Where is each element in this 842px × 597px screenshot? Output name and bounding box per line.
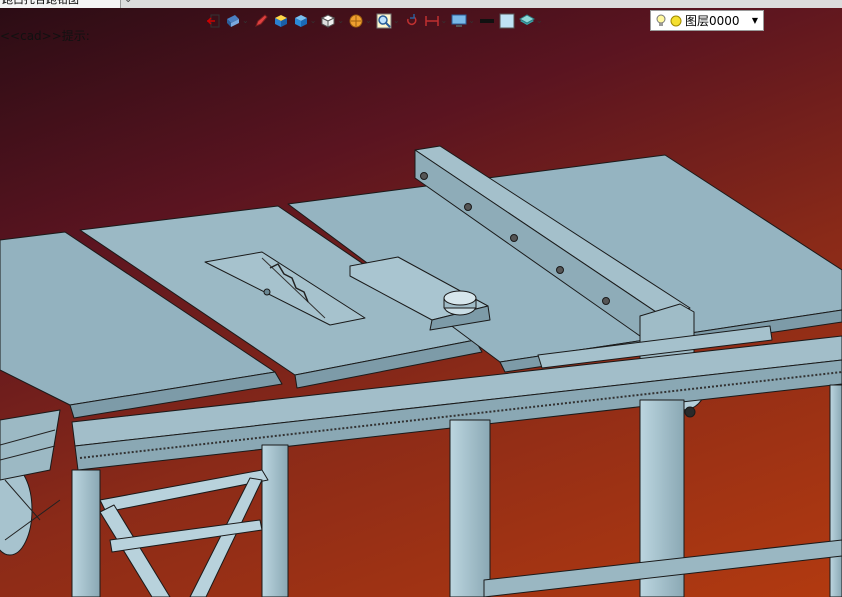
solid-mode-button[interactable]: ⌄ — [293, 11, 317, 31]
view-orientation-button[interactable]: ⌄ — [225, 11, 249, 31]
zoom-magnifier-icon — [376, 13, 392, 29]
document-tab[interactable]: 跑白托合跑钳图 — [0, 0, 121, 8]
lightbulb-icon[interactable] — [655, 14, 667, 28]
chevron-down-icon: ⌄ — [440, 16, 448, 25]
table-saw-model — [0, 145, 842, 597]
leg-1 — [71, 469, 101, 597]
leg-2 — [261, 444, 289, 597]
chevron-down-icon: ⌄ — [365, 16, 372, 25]
display-settings-button[interactable]: ⌄ — [451, 11, 475, 31]
view-toolbar: ⌄ ⌄ ⌄ ⌄ ⌄ ⌄ ⌄ ⌄ — [205, 10, 547, 32]
wireframe-button[interactable]: ⌄ — [320, 11, 344, 31]
chevron-down-icon: ⌄ — [392, 16, 400, 25]
layers-button[interactable]: ⌄ — [518, 11, 543, 31]
zoom-button[interactable]: ⌄ — [376, 11, 400, 31]
solid-box-blue-icon — [294, 15, 307, 27]
shaded-solid-button[interactable] — [273, 11, 289, 31]
chevron-down-icon: ⌄ — [309, 16, 317, 25]
document-tab-strip: 跑白托合跑钳图 ⌄ — [0, 0, 842, 8]
display-monitor-icon — [451, 14, 467, 27]
layers-stack-icon — [518, 14, 535, 25]
command-hint: <<cad>>提示: — [0, 29, 90, 43]
render-button[interactable]: ⌄ — [348, 11, 372, 31]
dimension-button[interactable]: ⌄ — [424, 11, 448, 31]
exit-button[interactable] — [205, 11, 221, 31]
fill-color-icon — [499, 13, 515, 29]
leg-3 — [449, 419, 491, 597]
line-style-button[interactable] — [479, 11, 495, 31]
white-cube-icon — [321, 14, 336, 28]
chevron-down-icon: ⌄ — [242, 16, 249, 25]
rotate-view-icon — [406, 14, 416, 26]
view-orientation-icon — [227, 15, 239, 27]
3d-viewport[interactable] — [0, 0, 842, 597]
dimension-icon — [424, 16, 439, 26]
sketch-button[interactable] — [253, 11, 269, 31]
layer-name: 图层0000 — [685, 14, 740, 28]
layer-selector[interactable]: 图层0000 ▼ — [650, 10, 764, 31]
rotate-view-button[interactable] — [404, 11, 420, 31]
render-sphere-icon — [349, 14, 363, 28]
exit-door-icon — [206, 14, 220, 28]
chevron-down-icon: ⌄ — [337, 16, 345, 25]
chevron-down-icon: ⌄ — [535, 16, 543, 25]
line-style-icon — [479, 19, 494, 23]
fill-color-button[interactable] — [499, 11, 515, 31]
pencil-icon — [254, 14, 268, 27]
sun-icon[interactable] — [670, 15, 682, 27]
chevron-down-icon[interactable]: ▼ — [752, 16, 758, 25]
tab-close-icon[interactable]: ⌄ — [124, 0, 132, 5]
chevron-down-icon: ⌄ — [468, 16, 475, 25]
solid-box-yellow-icon — [274, 15, 287, 27]
